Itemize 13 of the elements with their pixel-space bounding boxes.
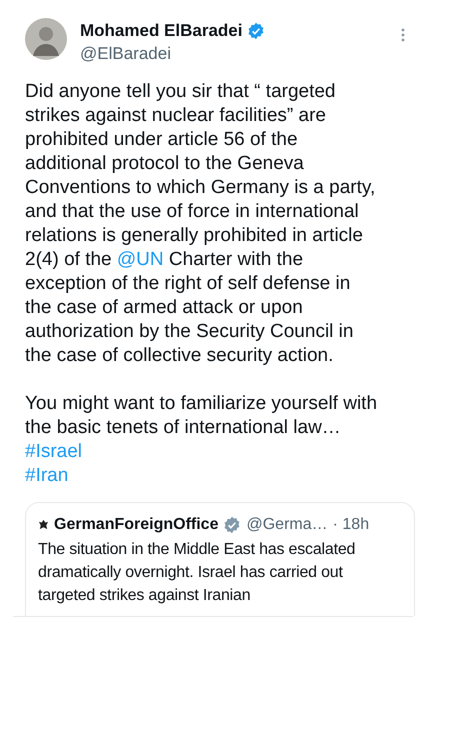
- quoted-tweet-text: The situation in the Middle East has escalated dramatically overnight. Israel has carried out targeted strikes against Iranian: [38, 540, 356, 606]
- hashtag-link[interactable]: #Israel: [25, 440, 82, 464]
- avatar-icon[interactable]: [25, 18, 67, 60]
- hashtag-link[interactable]: #Iran: [25, 464, 68, 488]
- quoted-author-name[interactable]: GermanForeignOffice: [54, 512, 218, 536]
- more-options-icon[interactable]: [401, 28, 405, 42]
- tweet-text: You might want to familiarize yourself with the basic tenets of international law…: [25, 392, 377, 440]
- quoted-author-handle: @Germa…: [246, 514, 328, 534]
- quoted-time: · 18h: [332, 514, 370, 534]
- mention-link[interactable]: @UN: [116, 248, 164, 270]
- author-handle: @ElBaradei: [80, 44, 172, 64]
- author-name[interactable]: Mohamed ElBaradei: [80, 18, 242, 44]
- tweet-text: Did anyone tell you sir that “ targeted strikes against nuclear facilities” are prohibited under article 56 of the additional protocol to the Geneva Conventions to which Germany is a party, and that the use of force in international relations is generally prohibited in article 2(4) of the @UN Charter with the exception of the right of self defense in the case of armed attack or upon authorization by the Security Council in the case of collective security action.: [25, 80, 376, 368]
